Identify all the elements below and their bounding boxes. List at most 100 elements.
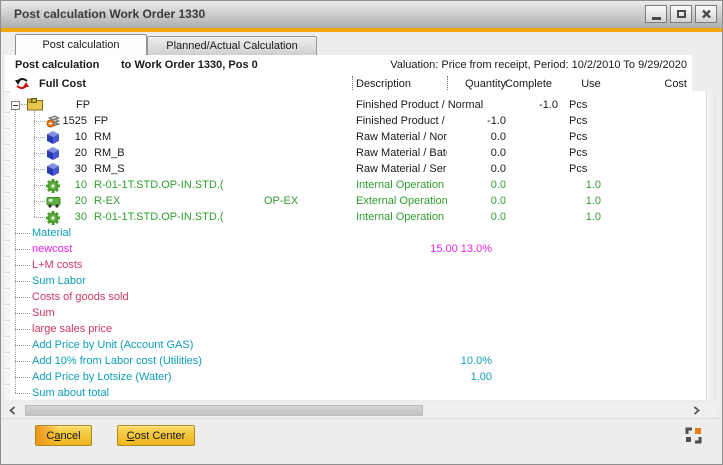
item-number: 20 xyxy=(59,193,87,209)
maximize-icon xyxy=(677,10,686,18)
window-title: Post calculation Work Order 1330 xyxy=(14,7,205,21)
valuation-info: Valuation: Price from receipt, Period: 1… xyxy=(335,59,687,71)
item-code: R-01-1T.STD.OP-IN.STD.( xyxy=(94,177,224,193)
post-calculation-window: Post calculation Work Order 1330 Post ca… xyxy=(0,0,723,465)
tab-label: Planned/Actual Calculation xyxy=(166,40,297,52)
corner-filler xyxy=(692,55,715,91)
cost-center-button[interactable]: Cost Center xyxy=(117,425,195,446)
item-code: FP xyxy=(76,97,90,113)
column-full-cost[interactable]: Full Cost xyxy=(39,78,86,90)
quantity-cell: 0.0 xyxy=(441,193,506,209)
tree-item-row[interactable]: 10RMRaw Material / Normal0.0Pcs xyxy=(5,129,706,145)
item-code: RM_S xyxy=(94,161,125,177)
summary-label: large sales price xyxy=(32,321,112,337)
quantity-cell: 0.0 xyxy=(441,145,506,161)
summary-row[interactable]: Material xyxy=(5,225,706,241)
scrollbar-thumb[interactable] xyxy=(25,405,423,416)
scroll-right-button[interactable] xyxy=(689,404,703,417)
complete-cell: -1.0 xyxy=(499,97,558,113)
form-area: Post calculation to Work Order 1330, Pos… xyxy=(5,55,715,400)
use-cell: Pcs xyxy=(569,113,587,129)
description-cell: Raw Material / Normal xyxy=(356,129,447,145)
use-cell: 1.0 xyxy=(556,177,601,193)
summary-row[interactable]: L+M costs xyxy=(5,257,706,273)
target-title: to Work Order 1330, Pos 0 xyxy=(121,59,258,71)
accent-line xyxy=(1,28,722,32)
column-use[interactable]: Use xyxy=(576,78,606,90)
maximize-button[interactable] xyxy=(670,5,692,23)
quantity-cell: 0.0 xyxy=(441,129,506,145)
use-cell: Pcs xyxy=(569,97,587,113)
column-cost[interactable]: Cost xyxy=(631,78,687,90)
item-code: R-01-1T.STD.OP-IN.STD.( xyxy=(94,209,224,225)
summary-row[interactable]: Sum about total xyxy=(5,385,706,401)
tree-item-row[interactable]: 30RM_SRaw Material / Serial0.0Pcs xyxy=(5,161,706,177)
tree-item-row[interactable]: 1525FPFinished Product / Normal-1.0Pcs xyxy=(5,113,706,129)
summary-row[interactable]: newcost 15.00 13.0% xyxy=(5,241,706,257)
use-cell: 1.0 xyxy=(556,193,601,209)
item-number: 10 xyxy=(59,177,87,193)
summary-row[interactable]: Add 10% from Labor cost (Utilities) 10.0% xyxy=(5,353,706,369)
summary-label: Material xyxy=(32,225,71,241)
description-cell: External Operation xyxy=(356,193,447,209)
cancel-button[interactable]: Cancel xyxy=(35,425,92,446)
summary-label: L+M costs xyxy=(32,257,82,273)
item-number: 30 xyxy=(59,209,87,225)
tree-expander[interactable] xyxy=(11,101,20,110)
tab-planned-actual-calculation[interactable]: Planned/Actual Calculation xyxy=(147,36,317,55)
window-titlebar[interactable]: Post calculation Work Order 1330 xyxy=(1,1,722,28)
minimize-icon xyxy=(652,17,661,20)
tree-item-row[interactable]: 20R-EXOP-EXExternal Operation0.01.0 xyxy=(5,193,706,209)
summary-value: 15.00 13.0% xyxy=(421,241,492,257)
item-number: 10 xyxy=(59,129,87,145)
use-cell: Pcs xyxy=(569,129,587,145)
tree-item-row[interactable]: 20RM_BRaw Material / Batch0.0Pcs xyxy=(5,145,706,161)
description-cell: Raw Material / Batch xyxy=(356,145,447,161)
column-quantity[interactable]: Quantity xyxy=(441,78,506,90)
summary-row[interactable]: large sales price xyxy=(5,321,706,337)
description-cell: Raw Material / Serial xyxy=(356,161,447,177)
description-cell: Internal Operation With QC - Standard (d… xyxy=(356,177,447,193)
tree-item-row[interactable]: 10 R-01-1T.STD.OP-IN.STD.( Internal Operat… xyxy=(5,177,706,193)
chevron-left-icon xyxy=(9,406,16,415)
item-number: 1525 xyxy=(59,113,87,129)
vertical-scrollbar[interactable] xyxy=(706,91,716,400)
summary-row[interactable]: Add Price by Unit (Account GAS) xyxy=(5,337,706,353)
tree-root-row[interactable]: FP Finished Product / Normal -1.0 Pcs xyxy=(5,97,706,113)
summary-label: Sum xyxy=(32,305,55,321)
summary-label: Add 10% from Labor cost (Utilities) xyxy=(32,353,202,369)
use-cell: 1.0 xyxy=(556,209,601,225)
minimize-button[interactable] xyxy=(645,5,667,23)
section-title: Post calculation xyxy=(15,59,99,71)
summary-value: 10.0% xyxy=(421,353,492,369)
close-icon xyxy=(701,9,712,19)
resize-grip-icon[interactable] xyxy=(685,427,702,444)
summary-row[interactable]: Costs of goods sold xyxy=(5,289,706,305)
summary-row[interactable]: Add Price by Lotsize (Water)1.00 xyxy=(5,369,706,385)
scroll-left-button[interactable] xyxy=(5,404,19,417)
summary-label: newcost xyxy=(32,241,72,257)
summary-label: Costs of goods sold xyxy=(32,289,129,305)
description-cell: Finished Product / Normal xyxy=(356,113,447,129)
chevron-right-icon xyxy=(693,406,700,415)
tab-post-calculation[interactable]: Post calculation xyxy=(15,34,147,55)
summary-row[interactable]: Sum xyxy=(5,305,706,321)
close-button[interactable] xyxy=(695,5,717,23)
column-separator xyxy=(352,76,353,90)
item-number: 20 xyxy=(59,145,87,161)
description-cell: Finished Product / Normal xyxy=(356,97,447,113)
use-cell: Pcs xyxy=(569,161,587,177)
bottom-bar: Cancel Cost Center xyxy=(1,418,722,464)
summary-row[interactable]: Sum Labor xyxy=(5,273,706,289)
description-cell: Internal Operation STND001 - Standard (d… xyxy=(356,209,447,225)
column-description[interactable]: Description xyxy=(356,78,411,90)
horizontal-scrollbar[interactable] xyxy=(5,403,715,418)
tree-item-row[interactable]: 30 R-01-1T.STD.OP-IN.STD.( Internal Operat… xyxy=(5,209,706,225)
item-code-2: OP-EX xyxy=(264,193,298,209)
summary-value: 1.00 xyxy=(421,369,492,385)
column-complete[interactable]: Complete xyxy=(499,78,558,90)
use-cell: Pcs xyxy=(569,145,587,161)
quantity-cell: 0.0 xyxy=(441,209,506,225)
item-number: 30 xyxy=(59,161,87,177)
cancel-button-label: Cancel xyxy=(46,430,80,442)
